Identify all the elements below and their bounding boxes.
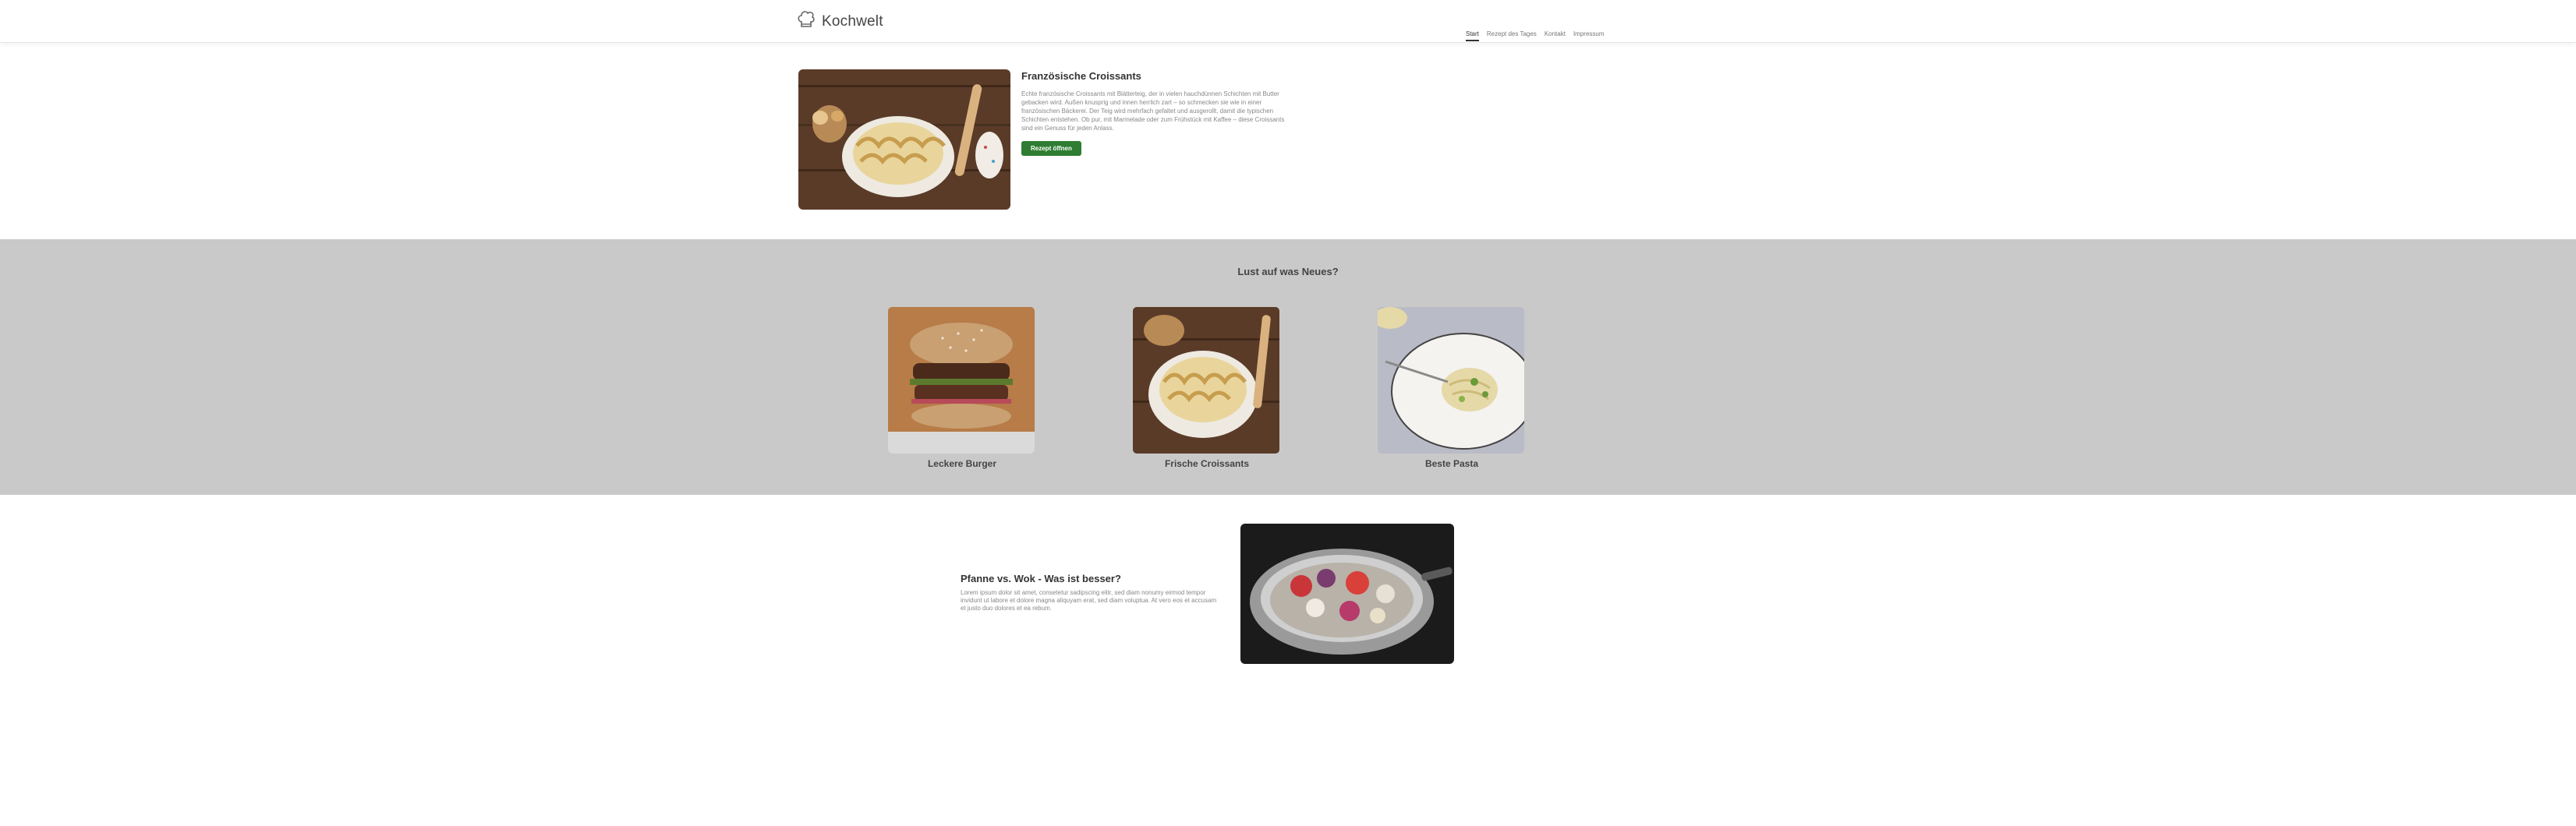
brand-name: Kochwelt — [822, 12, 883, 30]
article-title[interactable]: Pfanne vs. Wok - Was ist besser? — [961, 573, 1218, 584]
wok-image — [1240, 524, 1454, 664]
chef-hat-icon — [797, 9, 816, 34]
hero-text-block: Französische Croissants Echte französisc… — [1021, 70, 1290, 156]
discover-section: Lust auf was Neues? Leckere Burger Frisc… — [0, 239, 2576, 495]
recipe-card[interactable]: Frische Croissants — [1133, 307, 1281, 469]
nav-item-start[interactable]: Start — [1466, 30, 1479, 41]
hero-image — [798, 69, 1010, 210]
nav-item-recipe-of-the-day[interactable]: Rezept des Tages — [1487, 30, 1537, 41]
recipe-card[interactable]: Beste Pasta — [1378, 307, 1526, 469]
card-caption: Beste Pasta — [1424, 458, 1479, 469]
article-text-block: Pfanne vs. Wok - Was ist besser? Lorem i… — [961, 573, 1218, 612]
recipe-card[interactable]: Leckere Burger — [888, 307, 1036, 469]
card-caption: Leckere Burger — [927, 458, 997, 469]
pasta-image — [1378, 307, 1524, 454]
main-nav: Start Rezept des Tages Kontakt Impressum — [1466, 30, 1605, 41]
nav-item-imprint[interactable]: Impressum — [1573, 30, 1605, 41]
burger-image — [888, 307, 1035, 454]
croissant-image — [1133, 307, 1279, 454]
hero-description: Echte französische Croissants mit Blätte… — [1021, 90, 1285, 132]
card-caption: Frische Croissants — [1164, 458, 1250, 469]
top-navigation-bar: Kochwelt Start Rezept des Tages Kontakt … — [0, 0, 2576, 43]
open-recipe-button[interactable]: Rezept öffnen — [1021, 141, 1081, 156]
article-description: Lorem ipsum dolor sit amet, consetetur s… — [961, 589, 1217, 612]
nav-item-contact[interactable]: Kontakt — [1545, 30, 1566, 41]
hero-title: Französische Croissants — [1021, 70, 1141, 82]
brand-logo[interactable]: Kochwelt — [797, 9, 883, 34]
discover-title: Lust auf was Neues? — [1237, 266, 1339, 277]
